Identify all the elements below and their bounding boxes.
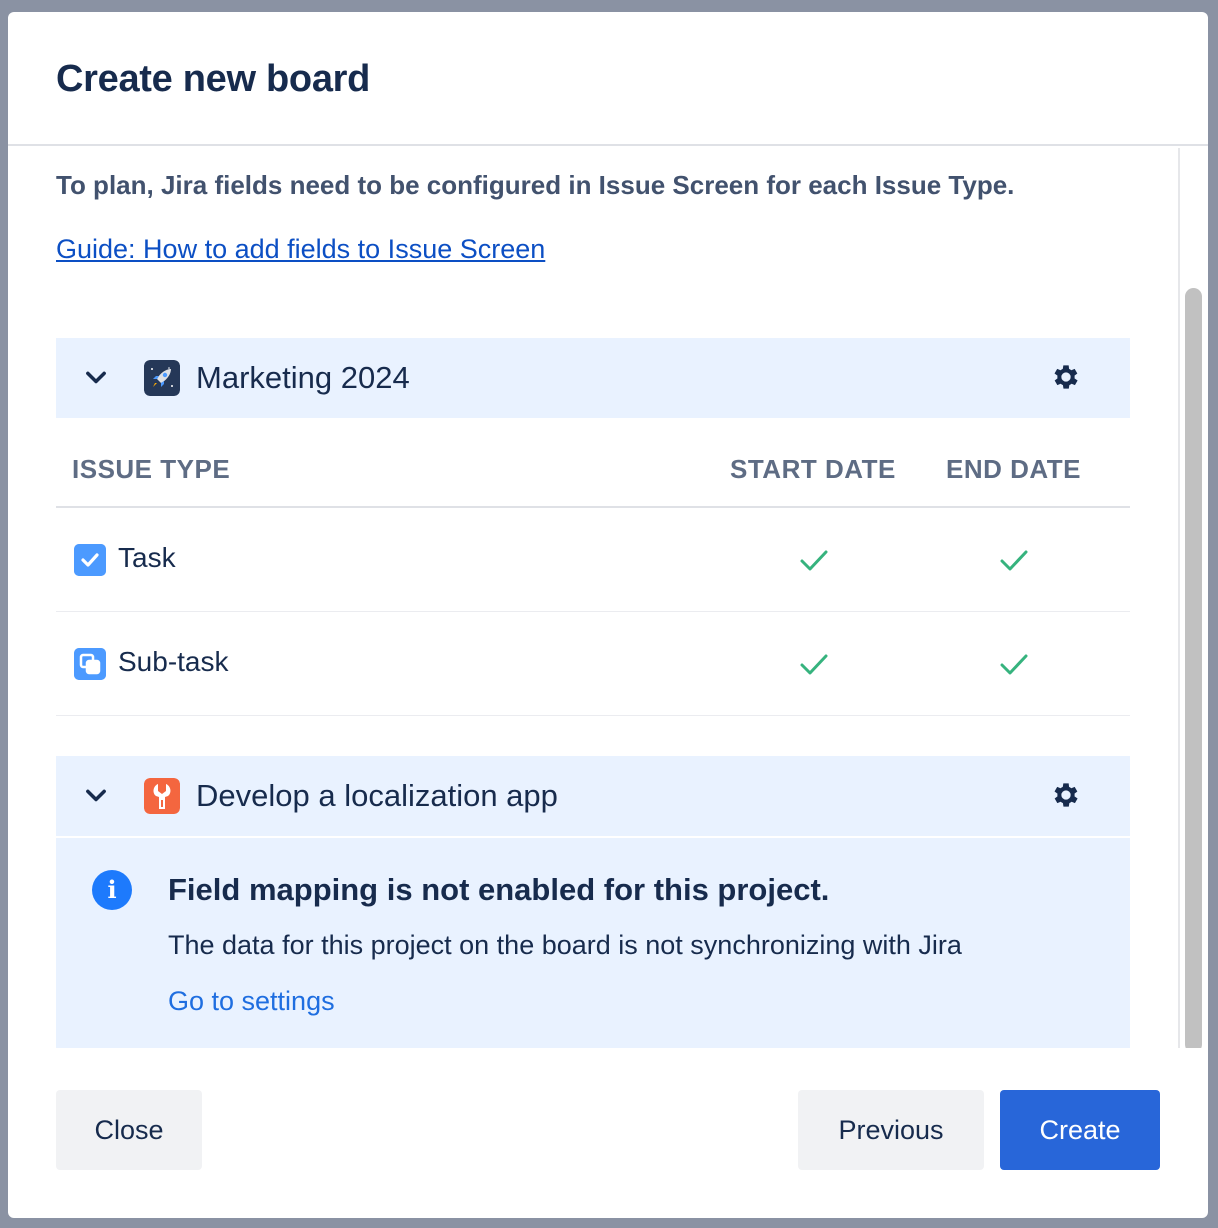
modal-body: To plan, Jira fields need to be configur… bbox=[8, 148, 1208, 1048]
check-icon bbox=[800, 654, 828, 675]
table-header: ISSUE TYPE START DATE END DATE bbox=[56, 418, 1130, 508]
issue-type-label: Task bbox=[118, 542, 176, 573]
column-issue-type: ISSUE TYPE bbox=[72, 454, 231, 484]
info-icon: i bbox=[92, 870, 132, 910]
close-button[interactable]: Close bbox=[56, 1090, 202, 1170]
guide-link[interactable]: Guide: How to add fields to Issue Screen bbox=[56, 234, 545, 265]
modal-title: Create new board bbox=[56, 58, 371, 100]
table-row: Task bbox=[56, 508, 1130, 612]
field-mapping-notice: i Field mapping is not enabled for this … bbox=[56, 836, 1130, 1048]
table-row: Sub-task bbox=[56, 612, 1130, 716]
scrollbar-thumb[interactable] bbox=[1185, 288, 1202, 1048]
go-to-settings-link[interactable]: Go to settings bbox=[168, 986, 335, 1017]
rocket-icon bbox=[144, 360, 180, 396]
check-icon bbox=[1000, 550, 1028, 571]
scrollbar-track[interactable] bbox=[1178, 148, 1180, 1048]
check-icon bbox=[1000, 654, 1028, 675]
intro-text: To plan, Jira fields need to be configur… bbox=[56, 170, 1015, 200]
project-header-marketing[interactable]: Marketing 2024 bbox=[56, 338, 1130, 418]
column-end-date: END DATE bbox=[946, 454, 1081, 484]
previous-button[interactable]: Previous bbox=[798, 1090, 984, 1170]
subtask-icon bbox=[74, 648, 106, 680]
project-name: Develop a localization app bbox=[196, 778, 558, 813]
create-button[interactable]: Create bbox=[1000, 1090, 1160, 1170]
task-checkbox-icon bbox=[74, 544, 106, 576]
chevron-down-icon[interactable] bbox=[82, 364, 110, 392]
notice-title: Field mapping is not enabled for this pr… bbox=[168, 872, 830, 907]
notice-description: The data for this project on the board i… bbox=[168, 930, 962, 960]
modal-header: Create new board bbox=[8, 12, 1208, 146]
create-board-modal: Create new board To plan, Jira fields ne… bbox=[8, 12, 1208, 1218]
check-icon bbox=[800, 550, 828, 571]
project-header-localization[interactable]: Develop a localization app bbox=[56, 756, 1130, 836]
gear-icon[interactable] bbox=[1050, 361, 1082, 393]
chevron-down-icon[interactable] bbox=[82, 782, 110, 810]
project-name: Marketing 2024 bbox=[196, 360, 410, 395]
wrench-icon bbox=[144, 778, 180, 814]
column-start-date: START DATE bbox=[730, 454, 896, 484]
gear-icon[interactable] bbox=[1050, 779, 1082, 811]
issue-type-label: Sub-task bbox=[118, 646, 229, 677]
